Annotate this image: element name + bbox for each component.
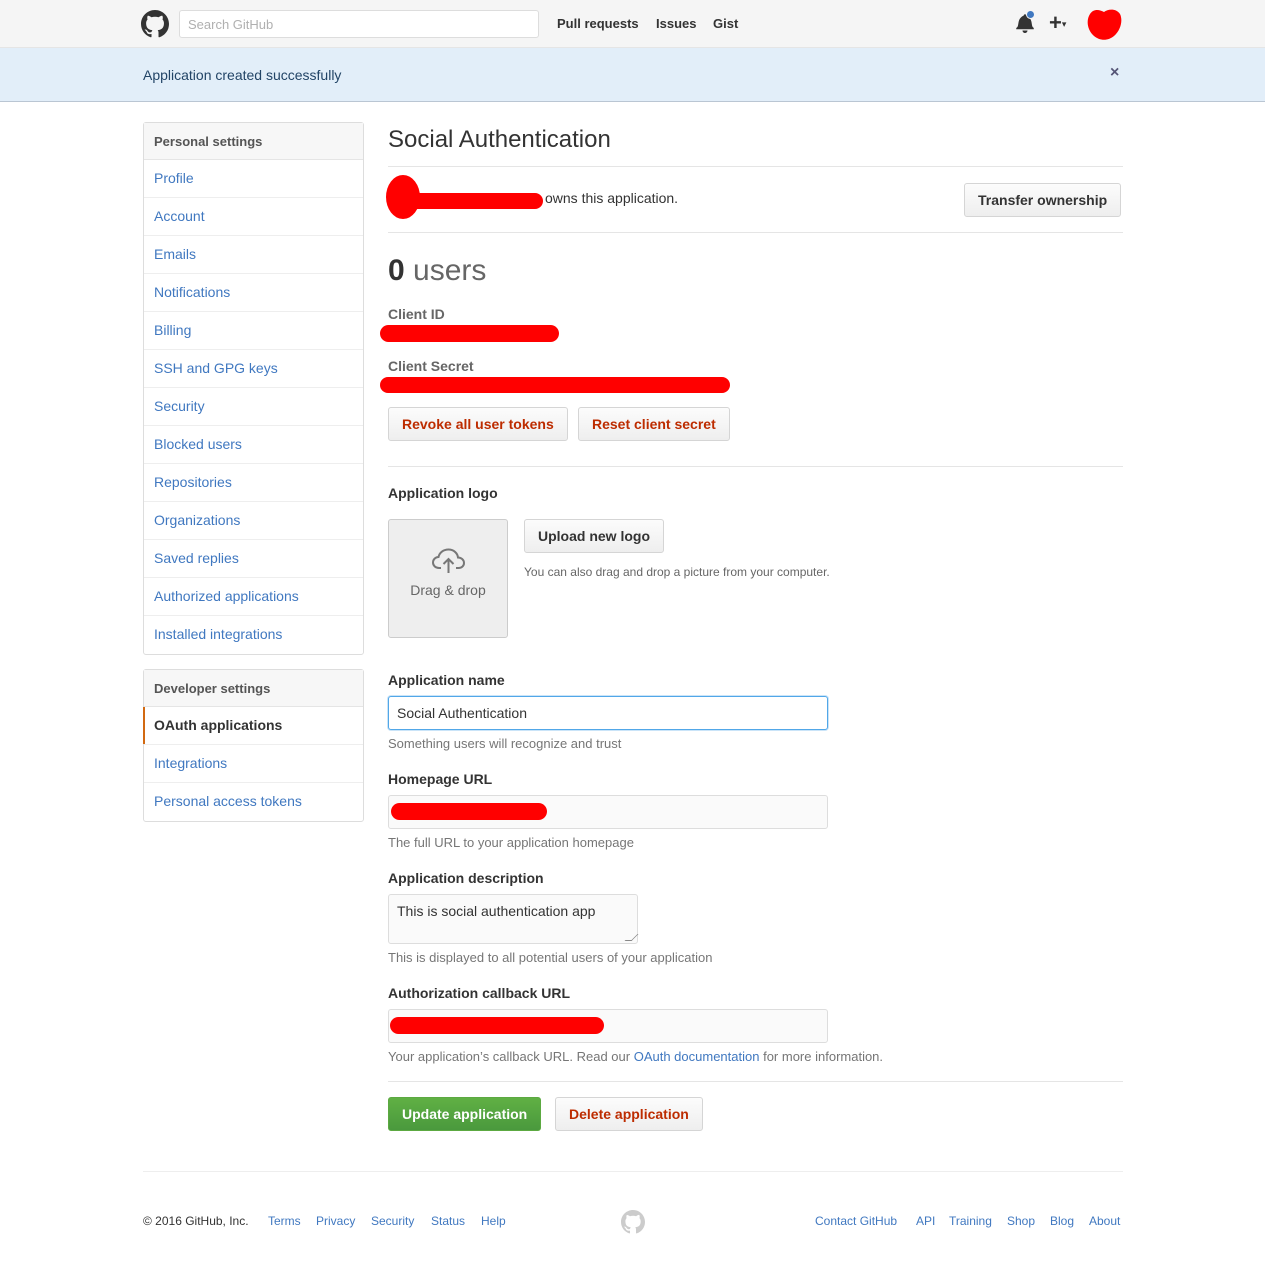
sidebar-item-account[interactable]: Account [144,198,363,236]
sidebar-item-repositories[interactable]: Repositories [144,464,363,502]
client-id-label: Client ID [388,306,445,322]
sidebar-item-billing[interactable]: Billing [144,312,363,350]
application-logo-label: Application logo [388,485,498,501]
divider [388,1081,1123,1082]
divider [388,466,1123,467]
callback-note-suffix: for more information. [763,1049,884,1064]
ownership-text: owns this application. [545,190,679,206]
homepage-url-note: The full URL to your application homepag… [388,835,634,850]
site-header: Pull requests Issues Gist +▾ [0,0,1265,48]
footer-link-api[interactable]: API [916,1214,935,1228]
github-mark-icon[interactable] [141,10,169,38]
redacted-owner-name [405,193,543,209]
revoke-tokens-button[interactable]: Revoke all user tokens [388,407,568,441]
callback-note-text: Your application’s callback URL. Read ou… [388,1049,631,1064]
flash-message: Application created successfully [143,67,342,83]
close-icon[interactable]: × [1110,64,1119,82]
sidebar-item-blocked-users[interactable]: Blocked users [144,426,363,464]
users-count-value: 0 [388,254,405,287]
search-input[interactable] [179,10,539,38]
users-count: 0 users [388,254,486,288]
cloud-upload-icon [432,548,465,573]
footer-link-contact[interactable]: Contact GitHub [815,1214,897,1228]
sidebar-item-personal-access-tokens[interactable]: Personal access tokens [144,783,363,821]
notification-indicator [1026,10,1035,19]
page-title: Social Authentication [388,126,611,153]
upload-logo-button[interactable]: Upload new logo [524,519,664,553]
footer-link-status[interactable]: Status [431,1214,465,1228]
application-description-value: This is social authentication app [397,903,596,919]
callback-url-label: Authorization callback URL [388,985,571,1001]
footer-link-shop[interactable]: Shop [1007,1214,1035,1228]
sidebar-item-ssh-gpg-keys[interactable]: SSH and GPG keys [144,350,363,388]
footer-link-about[interactable]: About [1089,1214,1120,1228]
redacted-client-id [380,325,559,342]
reset-secret-button[interactable]: Reset client secret [578,407,730,441]
menu-heading: Personal settings [144,123,363,160]
flash-notice: Application created successfully × [0,48,1265,102]
personal-settings-menu: Personal settings Profile Account Emails… [143,122,364,655]
oauth-documentation-link[interactable]: OAuth documentation [634,1049,760,1064]
application-description-field[interactable]: This is social authentication app [388,894,639,944]
redacted-callback-url [390,1017,604,1034]
delete-application-button[interactable]: Delete application [555,1097,703,1131]
footer-link-security[interactable]: Security [371,1214,414,1228]
redacted-homepage-url [391,803,547,820]
nav-issues[interactable]: Issues [656,16,696,31]
redacted-client-secret [380,377,730,393]
drag-drop-text: Drag & drop [410,582,486,598]
upload-note: You can also drag and drop a picture fro… [524,565,830,579]
sidebar-item-emails[interactable]: Emails [144,236,363,274]
footer-link-help[interactable]: Help [481,1214,506,1228]
divider [388,232,1123,233]
footer-link-training[interactable]: Training [949,1214,992,1228]
users-count-label: users [413,254,487,287]
client-secret-label: Client Secret [388,358,474,374]
footer-link-terms[interactable]: Terms [268,1214,301,1228]
sidebar-item-security[interactable]: Security [144,388,363,426]
sidebar-item-profile[interactable]: Profile [144,160,363,198]
update-application-button[interactable]: Update application [388,1097,542,1131]
divider [388,166,1123,167]
sidebar-item-notifications[interactable]: Notifications [144,274,363,312]
homepage-url-label: Homepage URL [388,771,493,787]
footer-copyright: © 2016 GitHub, Inc. [143,1214,249,1228]
menu-heading: Developer settings [144,670,363,707]
application-description-note: This is displayed to all potential users… [388,950,713,965]
application-name-note: Something users will recognize and trust [388,736,622,751]
github-mark-icon[interactable] [621,1210,645,1234]
create-new-dropdown[interactable]: +▾ [1049,10,1066,37]
footer-divider [143,1171,1123,1172]
sidebar-item-saved-replies[interactable]: Saved replies [144,540,363,578]
footer-link-privacy[interactable]: Privacy [316,1214,355,1228]
nav-gist[interactable]: Gist [713,16,738,31]
nav-pull-requests[interactable]: Pull requests [557,16,639,31]
transfer-ownership-button[interactable]: Transfer ownership [964,183,1122,217]
footer-link-blog[interactable]: Blog [1050,1214,1074,1228]
avatar[interactable] [1086,8,1122,42]
logo-dropzone[interactable]: Drag & drop [388,519,508,638]
sidebar-item-authorized-applications[interactable]: Authorized applications [144,578,363,616]
resize-handle-icon[interactable] [624,934,639,941]
sidebar-item-organizations[interactable]: Organizations [144,502,363,540]
developer-settings-menu: Developer settings OAuth applications In… [143,669,364,822]
sidebar-item-installed-integrations[interactable]: Installed integrations [144,616,363,654]
application-name-label: Application name [388,672,505,688]
sidebar-item-integrations[interactable]: Integrations [144,745,363,783]
callback-url-note: Your application’s callback URL. Read ou… [388,1049,883,1064]
application-description-label: Application description [388,870,544,886]
sidebar-item-oauth-applications[interactable]: OAuth applications [143,707,363,745]
application-name-field[interactable] [388,696,828,730]
